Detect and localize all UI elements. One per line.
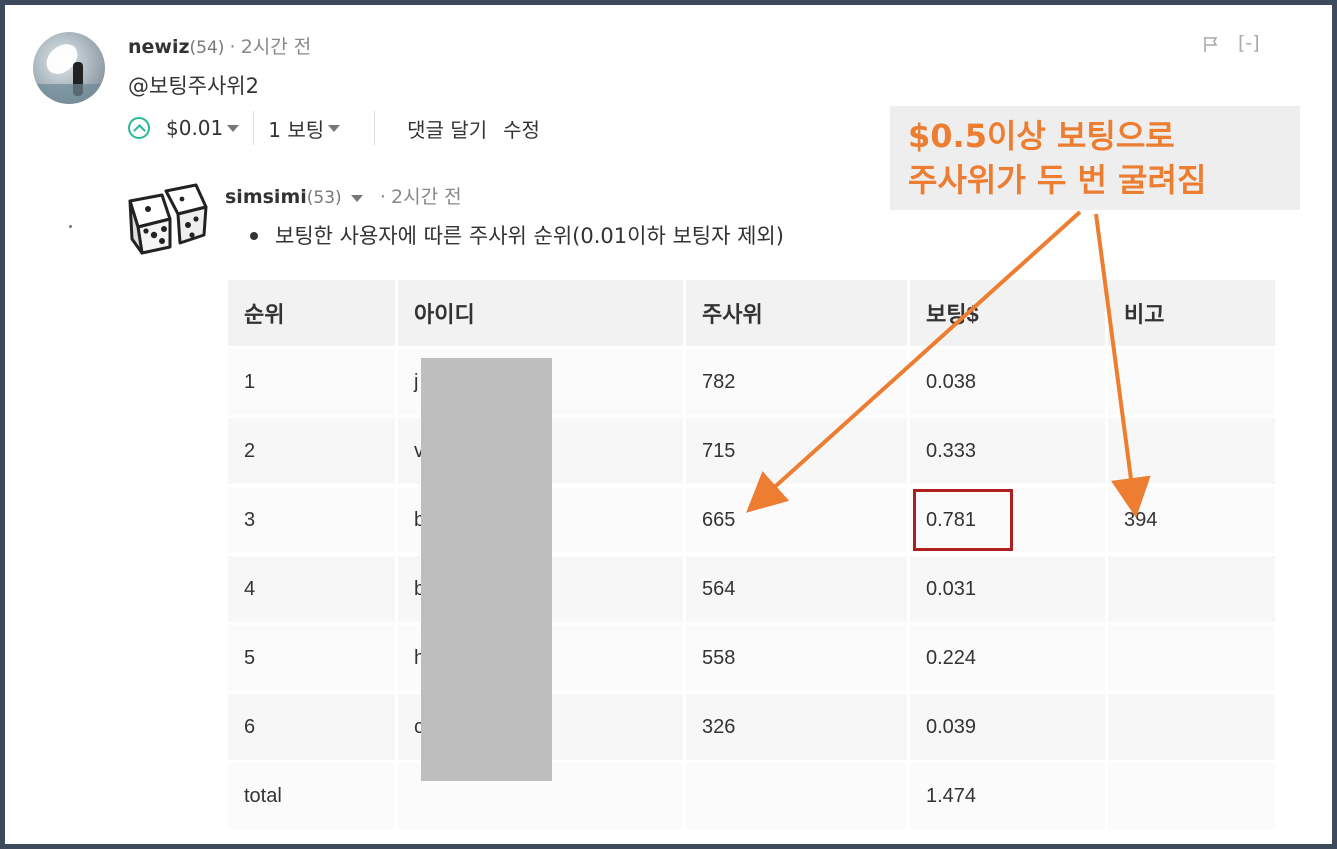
- arrow-to-note: [1094, 213, 1151, 518]
- annotation-arrows: [746, 210, 1151, 518]
- arrow-to-dice: [746, 210, 1082, 513]
